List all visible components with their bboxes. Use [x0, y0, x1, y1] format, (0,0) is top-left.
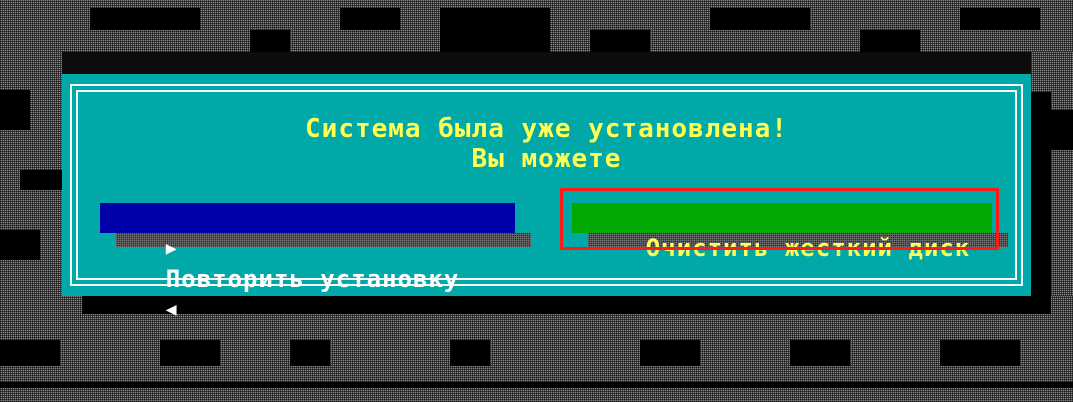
background-block	[20, 170, 62, 190]
reinstall-button-shadow	[116, 233, 531, 247]
left-arrow-icon: ◀	[165, 299, 178, 320]
dialog-message-line2: Вы можете	[471, 144, 622, 174]
background-block	[710, 8, 810, 30]
install-dialog: Система была уже установлена! Вы можете …	[62, 74, 1031, 320]
reinstall-button-label: Повторить установку	[165, 265, 460, 293]
right-arrow-icon: ▶	[165, 238, 178, 259]
background-block	[0, 340, 60, 366]
background-block	[450, 340, 490, 366]
selection-highlight	[560, 188, 999, 250]
background-block	[250, 30, 290, 52]
background-block	[0, 90, 30, 130]
background-block	[160, 340, 220, 366]
background-block	[640, 340, 700, 366]
background-block	[0, 382, 1073, 388]
background-block	[960, 8, 1040, 30]
background-block	[90, 8, 200, 30]
background-block	[940, 340, 1020, 366]
reinstall-button[interactable]: ▶ Повторить установку ◀	[100, 203, 515, 320]
background-block	[0, 230, 40, 260]
background-block	[590, 30, 650, 52]
background-block	[860, 30, 920, 52]
dialog-message-line1: Система была уже установлена!	[305, 114, 788, 144]
background-block	[1051, 110, 1073, 150]
background-block	[290, 340, 330, 366]
background-block	[340, 8, 400, 30]
background-block	[440, 8, 550, 52]
background-block	[790, 340, 850, 366]
